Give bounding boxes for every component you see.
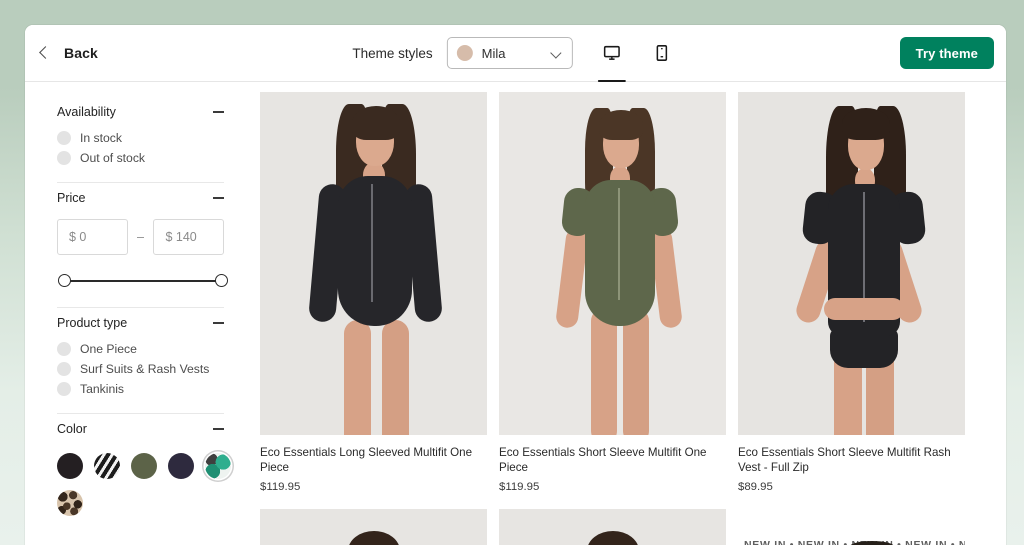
product-photo-illustration bbox=[738, 92, 965, 435]
facet-price: Price $ 0 $ 140 bbox=[57, 183, 260, 308]
theme-style-select[interactable]: Mila bbox=[446, 37, 573, 69]
desktop-view-button[interactable] bbox=[595, 35, 629, 82]
view-toggle-group bbox=[595, 35, 679, 82]
filter-sidebar: Availability In stock Out of stock Price… bbox=[25, 82, 260, 545]
chevron-left-icon bbox=[36, 45, 52, 61]
facet-product-type-title: Product type bbox=[57, 316, 128, 330]
filter-option-label: Tankinis bbox=[80, 382, 125, 396]
filter-option-label: One Piece bbox=[80, 342, 137, 356]
new-in-marquee: NEW IN • NEW IN • NEW IN • NEW IN • N bbox=[738, 508, 965, 545]
mobile-icon bbox=[656, 45, 667, 61]
slider-handle-min[interactable] bbox=[58, 274, 71, 287]
checkbox-icon[interactable] bbox=[57, 382, 71, 396]
product-photo-illustration bbox=[499, 92, 726, 435]
facet-color: Color bbox=[57, 414, 260, 516]
product-card[interactable]: Eco Essentials Short Sleeve Multifit One… bbox=[499, 92, 726, 493]
facet-availability: Availability In stock Out of stock bbox=[57, 97, 260, 183]
color-swatch-navy[interactable] bbox=[168, 453, 194, 479]
product-title[interactable]: Eco Essentials Short Sleeve Multifit One… bbox=[499, 445, 726, 476]
facet-color-title: Color bbox=[57, 422, 87, 436]
facet-product-type-header[interactable]: Product type bbox=[57, 308, 224, 334]
slider-handle-max[interactable] bbox=[215, 274, 228, 287]
price-range-inputs: $ 0 $ 140 bbox=[57, 219, 224, 255]
product-photo-illustration bbox=[260, 92, 487, 435]
product-image[interactable] bbox=[260, 92, 487, 435]
preview-toolbar: Back Theme styles Mila Try theme bbox=[25, 25, 1006, 82]
product-grid-row-1: Eco Essentials Long Sleeved Multifit One… bbox=[260, 92, 998, 493]
theme-preview-frame: Back Theme styles Mila Try theme Availab… bbox=[25, 25, 1006, 545]
color-swatch-list bbox=[57, 453, 237, 516]
product-image[interactable] bbox=[499, 92, 726, 435]
checkbox-icon[interactable] bbox=[57, 151, 71, 165]
filter-option-in-stock[interactable]: In stock bbox=[57, 128, 224, 148]
product-price: $119.95 bbox=[499, 480, 540, 493]
color-swatch-black-white-stripe[interactable] bbox=[94, 453, 120, 479]
checkbox-icon[interactable] bbox=[57, 342, 71, 356]
try-theme-button[interactable]: Try theme bbox=[899, 37, 994, 69]
price-max-input[interactable]: $ 140 bbox=[153, 219, 224, 255]
slider-track bbox=[65, 280, 221, 282]
minus-icon bbox=[213, 428, 224, 430]
product-grid-container: Eco Essentials Long Sleeved Multifit One… bbox=[260, 82, 1006, 545]
price-range-separator bbox=[136, 236, 145, 238]
facet-product-type-options: One Piece Surf Suits & Rash Vests Tankin… bbox=[57, 334, 224, 399]
minus-icon bbox=[213, 197, 224, 199]
color-swatch-black[interactable] bbox=[57, 453, 83, 479]
desktop-icon bbox=[603, 45, 620, 60]
facet-product-type: Product type One Piece Surf Suits & Rash… bbox=[57, 308, 260, 414]
chevron-down-icon bbox=[551, 47, 563, 59]
back-button[interactable]: Back bbox=[25, 45, 98, 61]
minus-icon bbox=[213, 322, 224, 324]
theme-style-value: Mila bbox=[481, 45, 506, 61]
facet-price-title: Price bbox=[57, 191, 86, 205]
checkbox-icon[interactable] bbox=[57, 362, 71, 376]
filter-option-label: Out of stock bbox=[80, 151, 146, 165]
filter-option-tankinis[interactable]: Tankinis bbox=[57, 379, 224, 399]
filter-option-one-piece[interactable]: One Piece bbox=[57, 339, 224, 359]
facet-availability-title: Availability bbox=[57, 105, 116, 119]
filter-option-out-of-stock[interactable]: Out of stock bbox=[57, 148, 224, 168]
storefront-preview: Availability In stock Out of stock Price… bbox=[25, 82, 1006, 545]
theme-styles-group: Theme styles Mila bbox=[352, 35, 679, 82]
filter-option-label: Surf Suits & Rash Vests bbox=[80, 362, 210, 376]
product-price: $89.95 bbox=[738, 480, 773, 493]
price-range-slider[interactable] bbox=[57, 269, 229, 293]
color-swatch-leopard-print[interactable] bbox=[57, 490, 83, 516]
product-title[interactable]: Eco Essentials Long Sleeved Multifit One… bbox=[260, 445, 487, 476]
color-swatch-teal-print[interactable] bbox=[205, 453, 231, 479]
minus-icon bbox=[213, 111, 224, 113]
color-swatch-olive[interactable] bbox=[131, 453, 157, 479]
facet-availability-options: In stock Out of stock bbox=[57, 123, 224, 168]
product-card[interactable] bbox=[260, 508, 487, 545]
back-button-label: Back bbox=[64, 45, 98, 61]
product-price: $119.95 bbox=[260, 480, 301, 493]
checkbox-icon[interactable] bbox=[57, 131, 71, 145]
filter-option-label: In stock bbox=[80, 131, 122, 145]
facet-price-header[interactable]: Price bbox=[57, 183, 224, 209]
product-title[interactable]: Eco Essentials Short Sleeve Multifit Ras… bbox=[738, 445, 965, 476]
style-swatch-icon bbox=[456, 45, 473, 61]
facet-availability-header[interactable]: Availability bbox=[57, 97, 224, 123]
mobile-view-button[interactable] bbox=[645, 35, 679, 71]
product-card[interactable]: Eco Essentials Short Sleeve Multifit Ras… bbox=[738, 92, 965, 493]
facet-color-header[interactable]: Color bbox=[57, 414, 224, 440]
theme-styles-label: Theme styles bbox=[352, 45, 433, 61]
product-grid-row-2: NEW IN • NEW IN • NEW IN • NEW IN • N bbox=[260, 508, 998, 545]
product-card[interactable] bbox=[499, 508, 726, 545]
filter-option-surf-suits-rash-vests[interactable]: Surf Suits & Rash Vests bbox=[57, 359, 224, 379]
marquee-banner: NEW IN • NEW IN • NEW IN • NEW IN • N bbox=[738, 508, 965, 545]
product-card[interactable]: Eco Essentials Long Sleeved Multifit One… bbox=[260, 92, 487, 493]
product-image[interactable] bbox=[738, 92, 965, 435]
price-min-input[interactable]: $ 0 bbox=[57, 219, 128, 255]
